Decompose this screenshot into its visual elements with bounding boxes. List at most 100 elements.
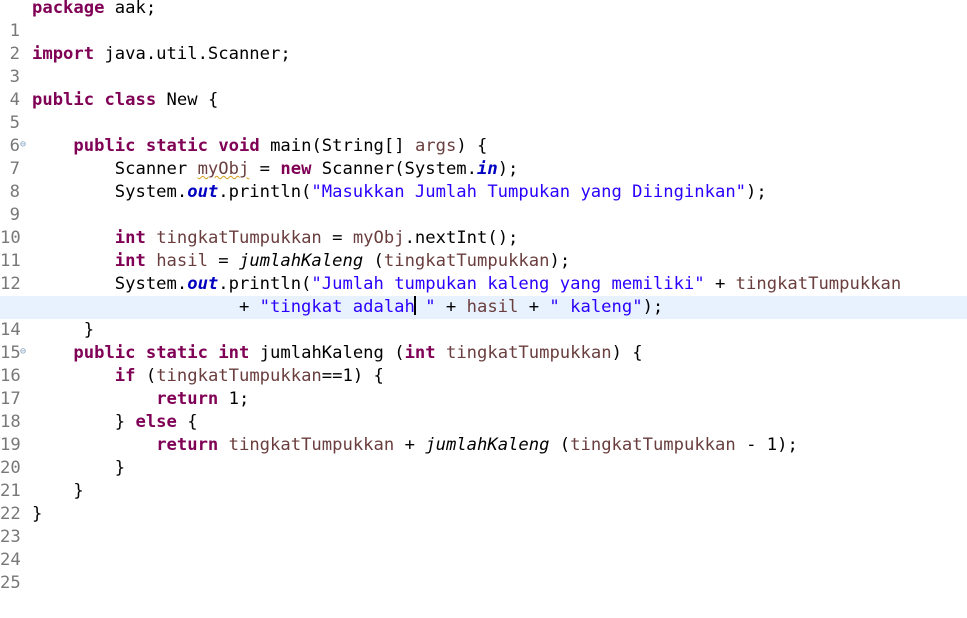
code-editor[interactable]: 1 package aak; 2 3 import java.util.Scan… xyxy=(0,0,967,593)
code-text[interactable]: public static int jumlahKaleng (int ting… xyxy=(32,342,643,365)
keyword: class xyxy=(104,90,157,110)
code-token: .println( xyxy=(218,182,312,202)
code-line[interactable]: 16 ⊖ public static int jumlahKaleng (int… xyxy=(0,342,967,386)
code-text[interactable]: + "tingkat adalah " + hasil + " kaleng")… xyxy=(32,296,663,319)
keyword: public xyxy=(32,90,95,110)
code-token: } xyxy=(32,504,43,524)
code-token: jumlahKaleng ( xyxy=(249,343,405,363)
code-token: ); xyxy=(746,182,767,202)
local-variable: tingkatTumpukkan xyxy=(383,251,550,271)
code-text[interactable]: } else { xyxy=(32,411,198,434)
code-text[interactable]: } xyxy=(32,457,125,480)
code-line[interactable]: 15 } xyxy=(0,319,967,363)
code-token: .println( xyxy=(218,274,312,294)
code-line[interactable]: 24 xyxy=(0,526,967,570)
code-line[interactable]: 22 } xyxy=(0,480,967,524)
code-line[interactable]: 21 } xyxy=(0,457,967,501)
code-text[interactable]: int hasil = jumlahKaleng (tingkatTumpukk… xyxy=(32,250,570,273)
code-text[interactable]: } xyxy=(32,503,42,526)
code-text[interactable]: return tingkatTumpukkan + jumlahKaleng (… xyxy=(32,434,798,457)
code-line[interactable]: 18 return 1; xyxy=(0,388,967,432)
code-text[interactable]: import java.util.Scanner; xyxy=(32,43,291,66)
code-line[interactable]: 17 if (tingkatTumpukkan==1) { xyxy=(0,365,967,409)
code-token: = xyxy=(321,228,353,248)
code-token: ); xyxy=(549,251,571,271)
local-variable: hasil xyxy=(156,251,208,271)
parameter-name: tingkatTumpukkan xyxy=(228,435,395,455)
static-field: in xyxy=(477,159,498,179)
code-line[interactable]: 6 xyxy=(0,112,967,156)
code-token: main(String[] xyxy=(259,136,415,156)
code-text[interactable]: return 1; xyxy=(32,388,249,411)
line-number: 25 xyxy=(0,573,21,593)
code-token: - 1); xyxy=(735,435,798,455)
keyword: int xyxy=(114,228,146,248)
string-literal: "Jumlah tumpukan kaleng yang memiliki" xyxy=(311,274,705,294)
code-line[interactable]: 13 System.out.println("Jumlah tumpukan k… xyxy=(0,273,967,317)
code-token: System. xyxy=(32,274,188,294)
code-line[interactable]: 5 public class New { xyxy=(0,89,967,133)
code-line[interactable]: 19 } else { xyxy=(0,411,967,455)
code-token: + xyxy=(32,297,260,317)
code-text[interactable]: package aak; xyxy=(32,0,156,20)
local-variable: tingkatTumpukkan xyxy=(156,228,322,248)
code-line[interactable]: 12 int hasil = jumlahKaleng (tingkatTump… xyxy=(0,250,967,294)
parameter-name: tingkatTumpukkan xyxy=(156,366,322,386)
code-line[interactable]: 2 xyxy=(0,20,967,64)
fold-collapse-icon[interactable]: ⊖ xyxy=(20,342,30,365)
keyword: return xyxy=(156,389,219,409)
code-token: ( xyxy=(363,251,384,271)
warning-variable[interactable]: myObj xyxy=(198,159,250,179)
keyword: new xyxy=(280,159,312,179)
code-token: ) { xyxy=(611,343,643,363)
current-code-line[interactable]: 14 + "tingkat adalah " + hasil + " kalen… xyxy=(0,296,967,340)
code-line[interactable]: 3 import java.util.Scanner; xyxy=(0,43,967,87)
code-line[interactable]: 23 } xyxy=(0,503,967,547)
code-token: + xyxy=(394,435,426,455)
fold-collapse-icon[interactable]: ⊖ xyxy=(20,135,30,158)
keyword: public xyxy=(73,136,136,156)
code-token: New { xyxy=(156,90,219,110)
code-line[interactable]: 7 ⊖ public static void main(String[] arg… xyxy=(0,135,967,179)
keyword: static xyxy=(145,136,208,156)
code-line[interactable]: 20 return tingkatTumpukkan + jumlahKalen… xyxy=(0,434,967,478)
code-line[interactable]: 8 Scanner myObj = new Scanner(System.in)… xyxy=(0,158,967,202)
code-text[interactable]: public class New { xyxy=(32,89,218,112)
code-line[interactable]: 1 package aak; xyxy=(0,0,967,41)
code-token: + xyxy=(704,274,736,294)
keyword: int xyxy=(404,343,436,363)
code-token: ); xyxy=(497,159,519,179)
code-token: ) { xyxy=(456,136,488,156)
code-token: ( xyxy=(549,435,571,455)
code-line[interactable]: 11 int tingkatTumpukkan = myObj.nextInt(… xyxy=(0,227,967,271)
code-text[interactable]: System.out.println("Jumlah tumpukan kale… xyxy=(32,273,901,296)
code-token: { xyxy=(176,412,198,432)
code-token: } xyxy=(32,412,136,432)
code-line[interactable]: 4 xyxy=(0,66,967,110)
code-line[interactable]: 10 xyxy=(0,204,967,248)
code-line[interactable]: 9 System.out.println("Masukkan Jumlah Tu… xyxy=(0,181,967,225)
code-text[interactable]: Scanner myObj = new Scanner(System.in); xyxy=(32,158,519,181)
code-text[interactable]: } xyxy=(32,319,94,342)
local-variable: myObj xyxy=(352,228,405,248)
code-text[interactable]: } xyxy=(32,480,83,503)
code-text[interactable]: public static void main(String[] args) { xyxy=(32,135,487,158)
string-literal: "tingkat adalah xyxy=(259,297,415,317)
code-text[interactable]: System.out.println("Masukkan Jumlah Tump… xyxy=(32,181,767,204)
code-text[interactable]: int tingkatTumpukkan = myObj.nextInt(); xyxy=(32,227,519,250)
code-text[interactable]: if (tingkatTumpukkan==1) { xyxy=(32,365,384,388)
code-token: aak; xyxy=(104,0,157,18)
keyword: int xyxy=(218,343,250,363)
method-call: jumlahKaleng xyxy=(239,251,364,271)
code-line[interactable]: 25 xyxy=(0,549,967,593)
